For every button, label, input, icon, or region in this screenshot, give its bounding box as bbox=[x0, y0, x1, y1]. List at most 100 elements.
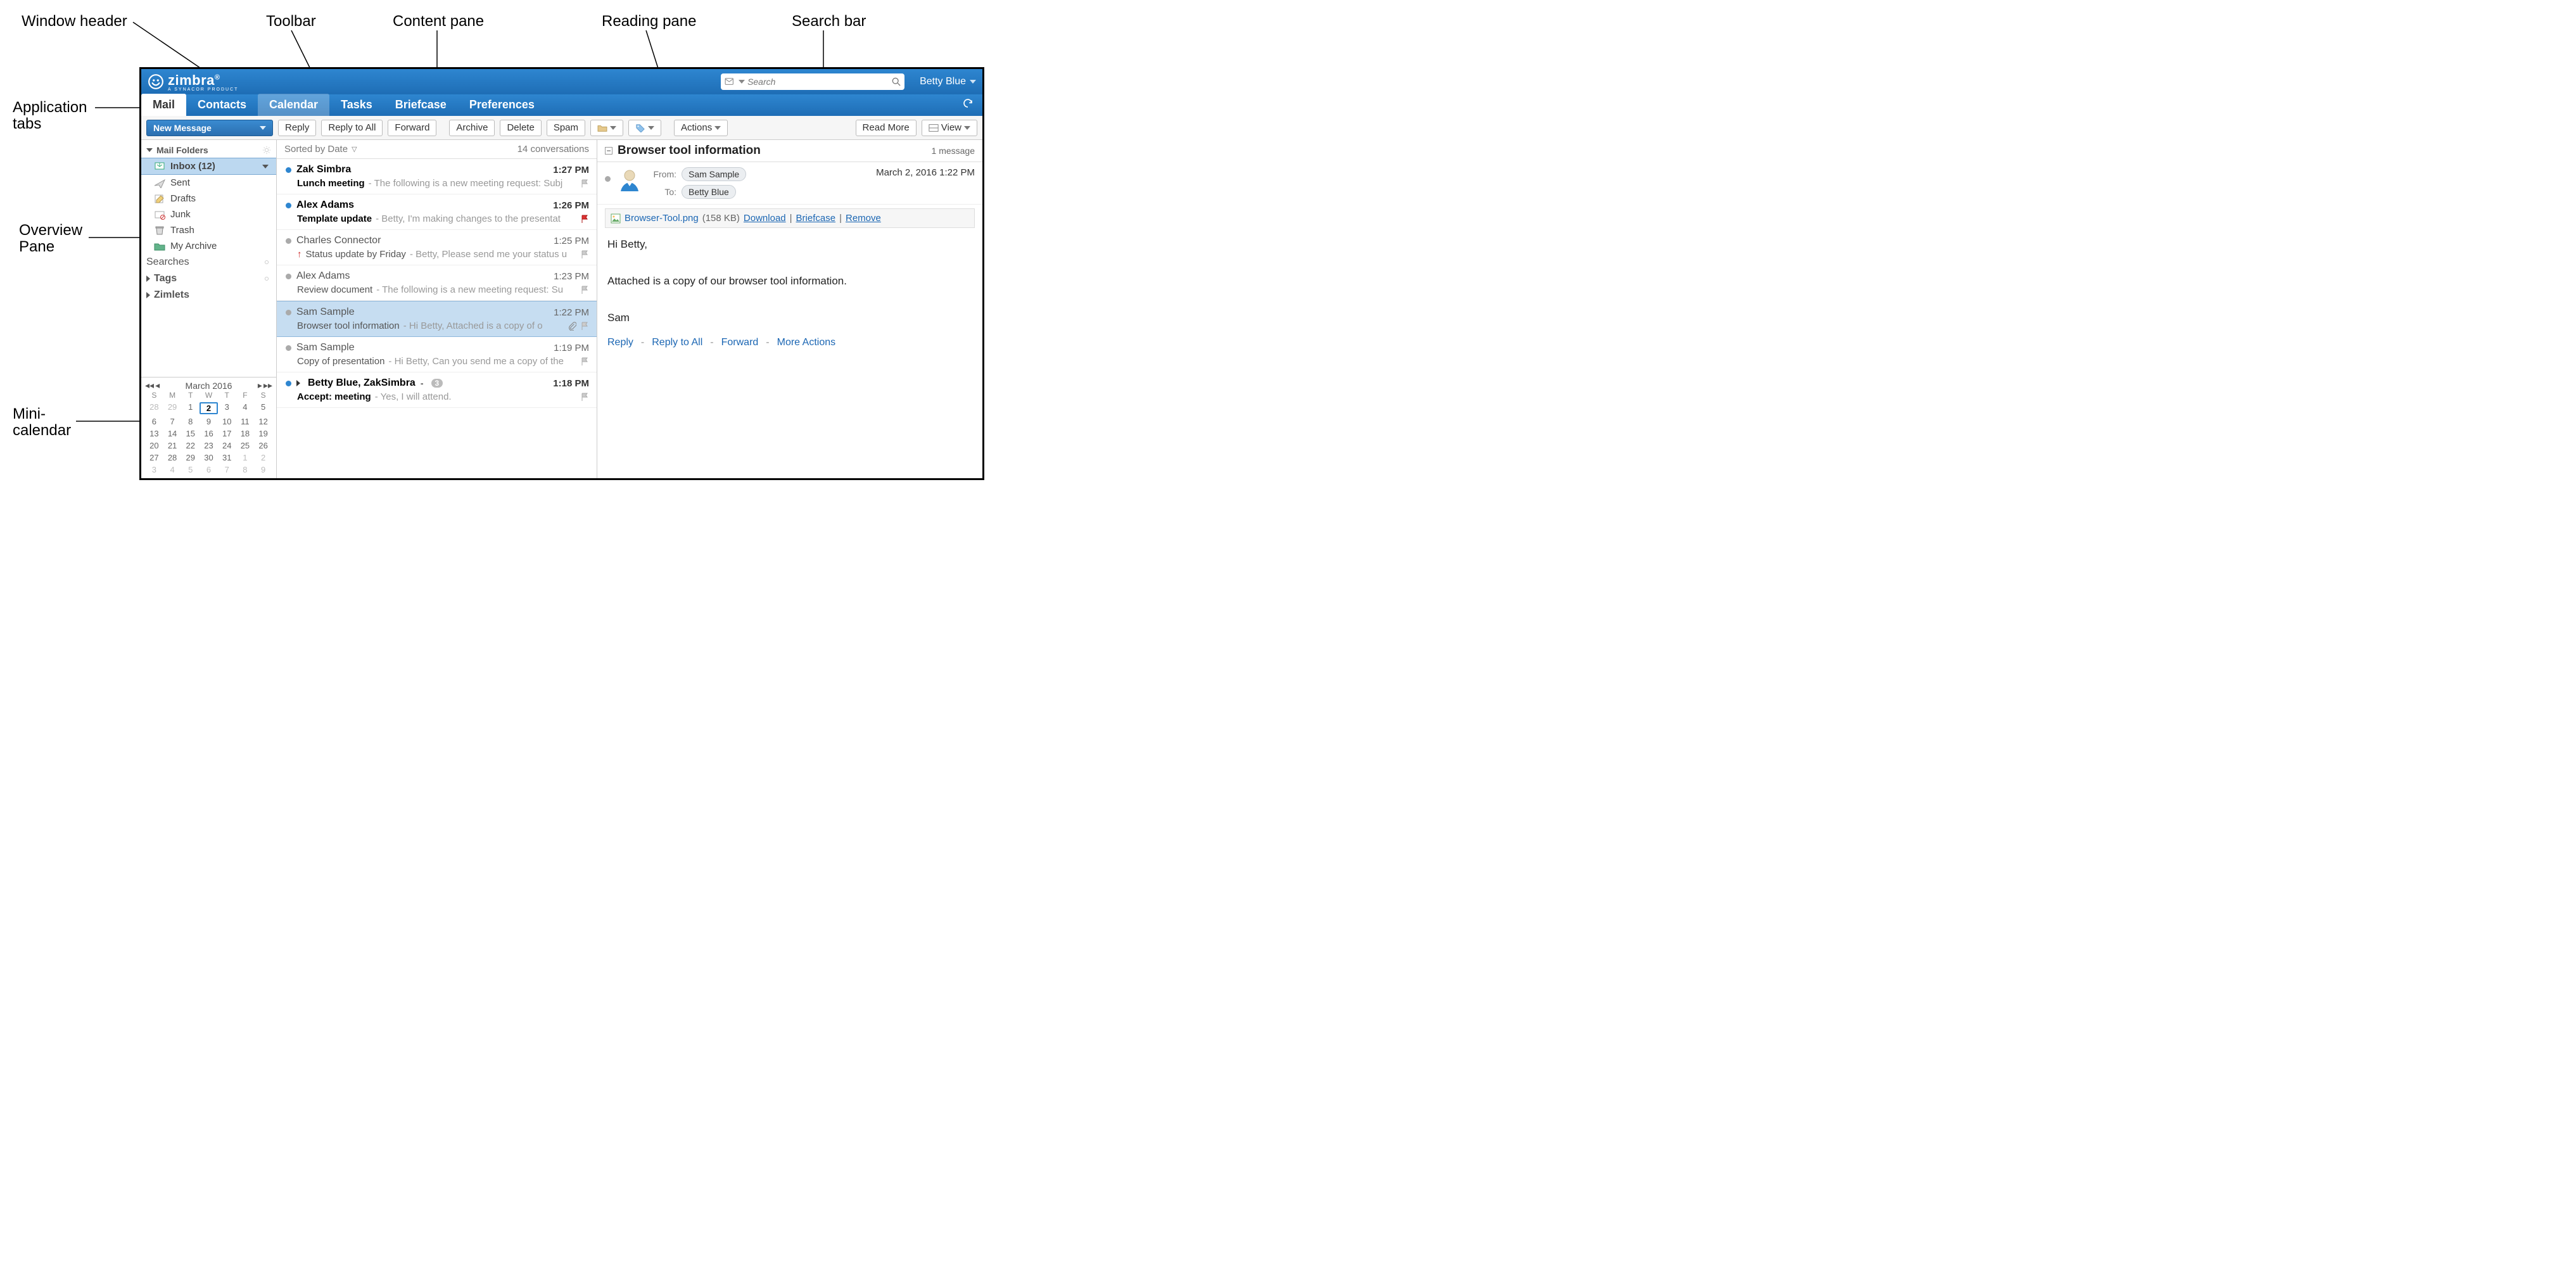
spam-button[interactable]: Spam bbox=[547, 120, 585, 136]
cal-day[interactable]: 11 bbox=[236, 417, 255, 426]
searches-header[interactable]: Searches bbox=[141, 254, 276, 270]
brand-logo[interactable]: zimbra® A SYNACOR PRODUCT bbox=[148, 72, 238, 92]
from-pill[interactable]: Sam Sample bbox=[682, 167, 746, 181]
tab-preferences[interactable]: Preferences bbox=[458, 94, 546, 116]
attachment-remove[interactable]: Remove bbox=[846, 213, 881, 224]
cal-day[interactable]: 1 bbox=[236, 453, 255, 462]
folder-drafts[interactable]: Drafts bbox=[141, 191, 276, 206]
cal-day[interactable]: 26 bbox=[254, 441, 272, 450]
cal-day[interactable]: 30 bbox=[200, 453, 218, 462]
tab-calendar[interactable]: Calendar bbox=[258, 94, 329, 116]
flag-icon[interactable] bbox=[580, 357, 589, 366]
gear-icon[interactable] bbox=[262, 274, 271, 283]
conversation-row[interactable]: Zak Simbra 1:27 PM Lunch meeting - The f… bbox=[277, 159, 597, 194]
cal-day[interactable]: 7 bbox=[218, 465, 236, 474]
conversation-row[interactable]: Alex Adams 1:26 PM Template update - Bet… bbox=[277, 194, 597, 230]
tab-tasks[interactable]: Tasks bbox=[329, 94, 384, 116]
cal-day[interactable]: 2 bbox=[200, 402, 218, 414]
reading-reply[interactable]: Reply bbox=[607, 337, 633, 348]
cal-day[interactable]: 9 bbox=[254, 465, 272, 474]
reply-all-button[interactable]: Reply to All bbox=[321, 120, 383, 136]
cal-prev-month[interactable]: ◂ bbox=[155, 380, 160, 391]
folder-my-archive[interactable]: My Archive bbox=[141, 238, 276, 254]
cal-day[interactable]: 29 bbox=[181, 453, 200, 462]
reply-button[interactable]: Reply bbox=[278, 120, 316, 136]
flag-icon[interactable] bbox=[580, 322, 589, 331]
cal-day[interactable]: 21 bbox=[163, 441, 182, 450]
refresh-button[interactable] bbox=[953, 92, 982, 116]
cal-prev-year[interactable]: ◂◂ bbox=[145, 380, 154, 391]
folder-trash[interactable]: Trash bbox=[141, 222, 276, 238]
cal-day[interactable]: 28 bbox=[163, 453, 182, 462]
reading-forward[interactable]: Forward bbox=[721, 337, 759, 348]
to-pill[interactable]: Betty Blue bbox=[682, 185, 736, 199]
user-menu[interactable]: Betty Blue bbox=[920, 76, 976, 87]
cal-day[interactable]: 23 bbox=[200, 441, 218, 450]
cal-day[interactable]: 17 bbox=[218, 429, 236, 438]
cal-day[interactable]: 18 bbox=[236, 429, 255, 438]
reading-more-actions[interactable]: More Actions bbox=[777, 337, 835, 348]
archive-button[interactable]: Archive bbox=[449, 120, 495, 136]
conversation-row[interactable]: Betty Blue, ZakSimbra -3 1:18 PM Accept:… bbox=[277, 372, 597, 408]
cal-day[interactable]: 29 bbox=[163, 402, 182, 414]
search-input[interactable] bbox=[747, 77, 889, 87]
expand-icon[interactable] bbox=[296, 380, 300, 386]
scope-dropdown-icon[interactable] bbox=[739, 80, 745, 84]
conversation-row[interactable]: Sam Sample 1:22 PM Browser tool informat… bbox=[277, 301, 597, 337]
folder-sent[interactable]: Sent bbox=[141, 175, 276, 191]
cal-day[interactable]: 25 bbox=[236, 441, 255, 450]
cal-day[interactable]: 22 bbox=[181, 441, 200, 450]
gear-icon[interactable] bbox=[262, 258, 271, 267]
cal-day[interactable]: 15 bbox=[181, 429, 200, 438]
attachment-name[interactable]: Browser-Tool.png bbox=[625, 213, 699, 224]
cal-day[interactable]: 3 bbox=[218, 402, 236, 414]
reading-reply-all[interactable]: Reply to All bbox=[652, 337, 702, 348]
search-bar[interactable] bbox=[721, 73, 904, 90]
cal-day[interactable]: 12 bbox=[254, 417, 272, 426]
delete-button[interactable]: Delete bbox=[500, 120, 541, 136]
cal-day[interactable]: 2 bbox=[254, 453, 272, 462]
cal-day[interactable]: 14 bbox=[163, 429, 182, 438]
conversation-row[interactable]: Sam Sample 1:19 PM Copy of presentation … bbox=[277, 337, 597, 372]
cal-day[interactable]: 4 bbox=[236, 402, 255, 414]
cal-day[interactable]: 20 bbox=[145, 441, 163, 450]
zimlets-tree[interactable]: Zimlets bbox=[141, 287, 276, 303]
move-menu-button[interactable] bbox=[590, 120, 623, 136]
conversation-list[interactable]: Zak Simbra 1:27 PM Lunch meeting - The f… bbox=[277, 159, 597, 478]
sort-control[interactable]: Sorted by Date ▽ bbox=[284, 144, 357, 155]
attachment-download[interactable]: Download bbox=[744, 213, 786, 224]
chevron-down-icon[interactable] bbox=[262, 165, 269, 168]
tab-briefcase[interactable]: Briefcase bbox=[384, 94, 458, 116]
tag-menu-button[interactable] bbox=[628, 120, 661, 136]
cal-day[interactable]: 3 bbox=[145, 465, 163, 474]
cal-day[interactable]: 8 bbox=[236, 465, 255, 474]
cal-next-month[interactable]: ▸ bbox=[258, 380, 262, 391]
cal-day[interactable]: 16 bbox=[200, 429, 218, 438]
cal-day[interactable]: 5 bbox=[254, 402, 272, 414]
cal-day[interactable]: 13 bbox=[145, 429, 163, 438]
attachment-briefcase[interactable]: Briefcase bbox=[796, 213, 836, 224]
flag-icon[interactable] bbox=[580, 215, 589, 224]
flag-icon[interactable] bbox=[580, 179, 589, 188]
cal-day[interactable]: 6 bbox=[145, 417, 163, 426]
folder-junk[interactable]: Junk bbox=[141, 206, 276, 222]
tab-mail[interactable]: Mail bbox=[141, 94, 186, 116]
mail-scope-icon[interactable] bbox=[725, 77, 736, 86]
cal-day[interactable]: 1 bbox=[181, 402, 200, 414]
flag-icon[interactable] bbox=[580, 393, 589, 402]
forward-button[interactable]: Forward bbox=[388, 120, 436, 136]
cal-day[interactable]: 10 bbox=[218, 417, 236, 426]
cal-day[interactable]: 19 bbox=[254, 429, 272, 438]
tab-contacts[interactable]: Contacts bbox=[186, 94, 258, 116]
gear-icon[interactable] bbox=[262, 146, 271, 155]
read-more-button[interactable]: Read More bbox=[856, 120, 917, 136]
cal-day[interactable]: 28 bbox=[145, 402, 163, 414]
cal-day[interactable]: 5 bbox=[181, 465, 200, 474]
cal-day[interactable]: 4 bbox=[163, 465, 182, 474]
actions-menu-button[interactable]: Actions bbox=[674, 120, 728, 136]
cal-day[interactable]: 24 bbox=[218, 441, 236, 450]
mail-folders-header[interactable]: Mail Folders bbox=[141, 143, 276, 158]
search-icon[interactable] bbox=[892, 77, 901, 86]
new-message-button[interactable]: New Message bbox=[146, 120, 273, 136]
cal-day[interactable]: 7 bbox=[163, 417, 182, 426]
